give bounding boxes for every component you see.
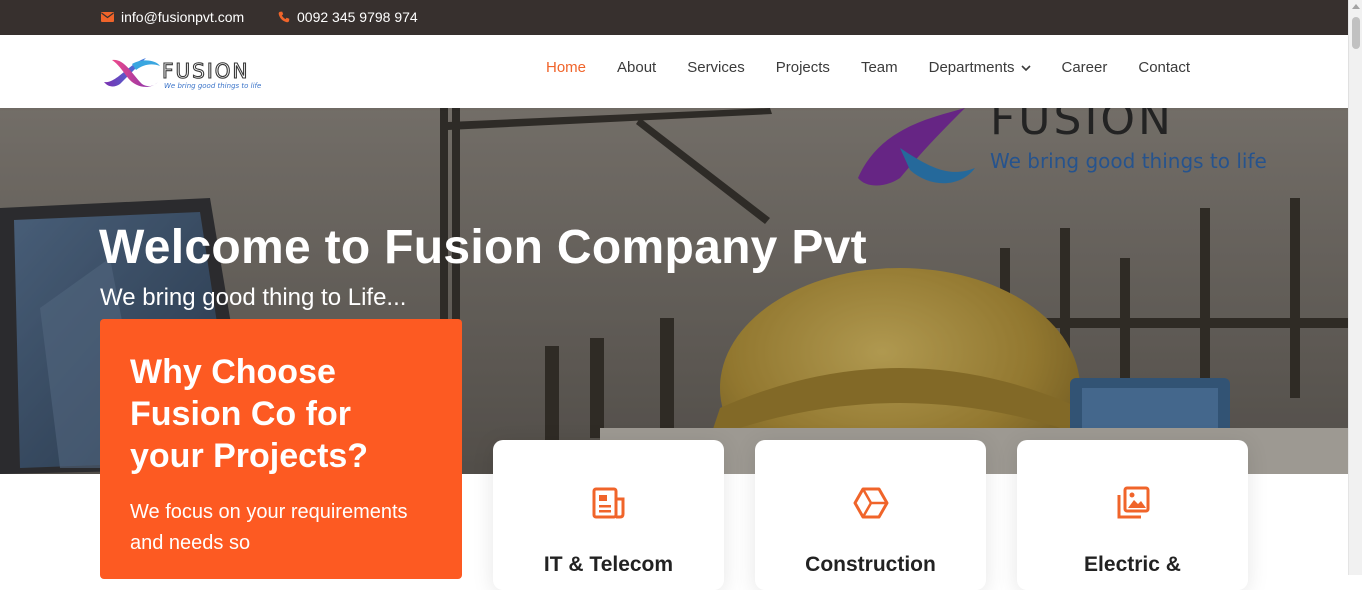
hero-subtitle: We bring good thing to Life... (100, 284, 407, 311)
why-heading: Why Choose Fusion Co for your Projects? (130, 353, 369, 475)
logo-tagline: We bring good things to life (164, 82, 261, 90)
envelope-icon (101, 12, 114, 22)
scrollbar-thumb[interactable] (1352, 17, 1360, 49)
card-title[interactable]: IT & Telecom (493, 553, 724, 577)
service-card-electric[interactable]: Electric & (1017, 440, 1248, 590)
email-text[interactable]: info@fusionpvt.com (121, 9, 244, 25)
service-card-it-telecom[interactable]: IT & Telecom (493, 440, 724, 590)
email-contact[interactable]: info@fusionpvt.com (101, 9, 244, 25)
main-navbar: FUSION We bring good things to life Home… (0, 35, 1348, 108)
why-choose-box: Why Choose Fusion Co for your Projects? … (100, 319, 462, 579)
top-bar: info@fusionpvt.com 0092 345 9798 974 (0, 0, 1348, 35)
phone-contact[interactable]: 0092 345 9798 974 (278, 9, 418, 25)
nav-contact[interactable]: Contact (1138, 59, 1190, 76)
hero-title: Welcome to Fusion Company Pvt (99, 221, 867, 274)
main-nav: Home About Services Projects Team Depart… (546, 59, 1221, 76)
nav-projects[interactable]: Projects (776, 59, 830, 76)
why-text: We focus on your requirements and needs … (130, 501, 408, 554)
newspaper-icon (591, 485, 627, 521)
chevron-down-icon[interactable] (1020, 64, 1031, 71)
images-icon (1115, 485, 1151, 521)
phone-text[interactable]: 0092 345 9798 974 (297, 9, 418, 25)
hexagon-box-icon (853, 485, 889, 521)
nav-services[interactable]: Services (687, 59, 745, 76)
nav-team[interactable]: Team (861, 59, 898, 76)
nav-home[interactable]: Home (546, 59, 586, 76)
page-scrollbar[interactable] (1348, 0, 1362, 575)
svg-text:FUSION: FUSION (162, 59, 249, 83)
phone-icon (278, 11, 290, 23)
scroll-up-arrow-icon[interactable] (1352, 4, 1360, 9)
service-card-construction[interactable]: Construction (755, 440, 986, 590)
nav-departments[interactable]: Departments (929, 59, 1031, 76)
nav-about[interactable]: About (617, 59, 656, 76)
fusion-logo[interactable]: FUSION We bring good things to life (102, 54, 307, 92)
card-title[interactable]: Construction (755, 553, 986, 577)
nav-career[interactable]: Career (1062, 59, 1108, 76)
card-title[interactable]: Electric & (1017, 553, 1248, 577)
